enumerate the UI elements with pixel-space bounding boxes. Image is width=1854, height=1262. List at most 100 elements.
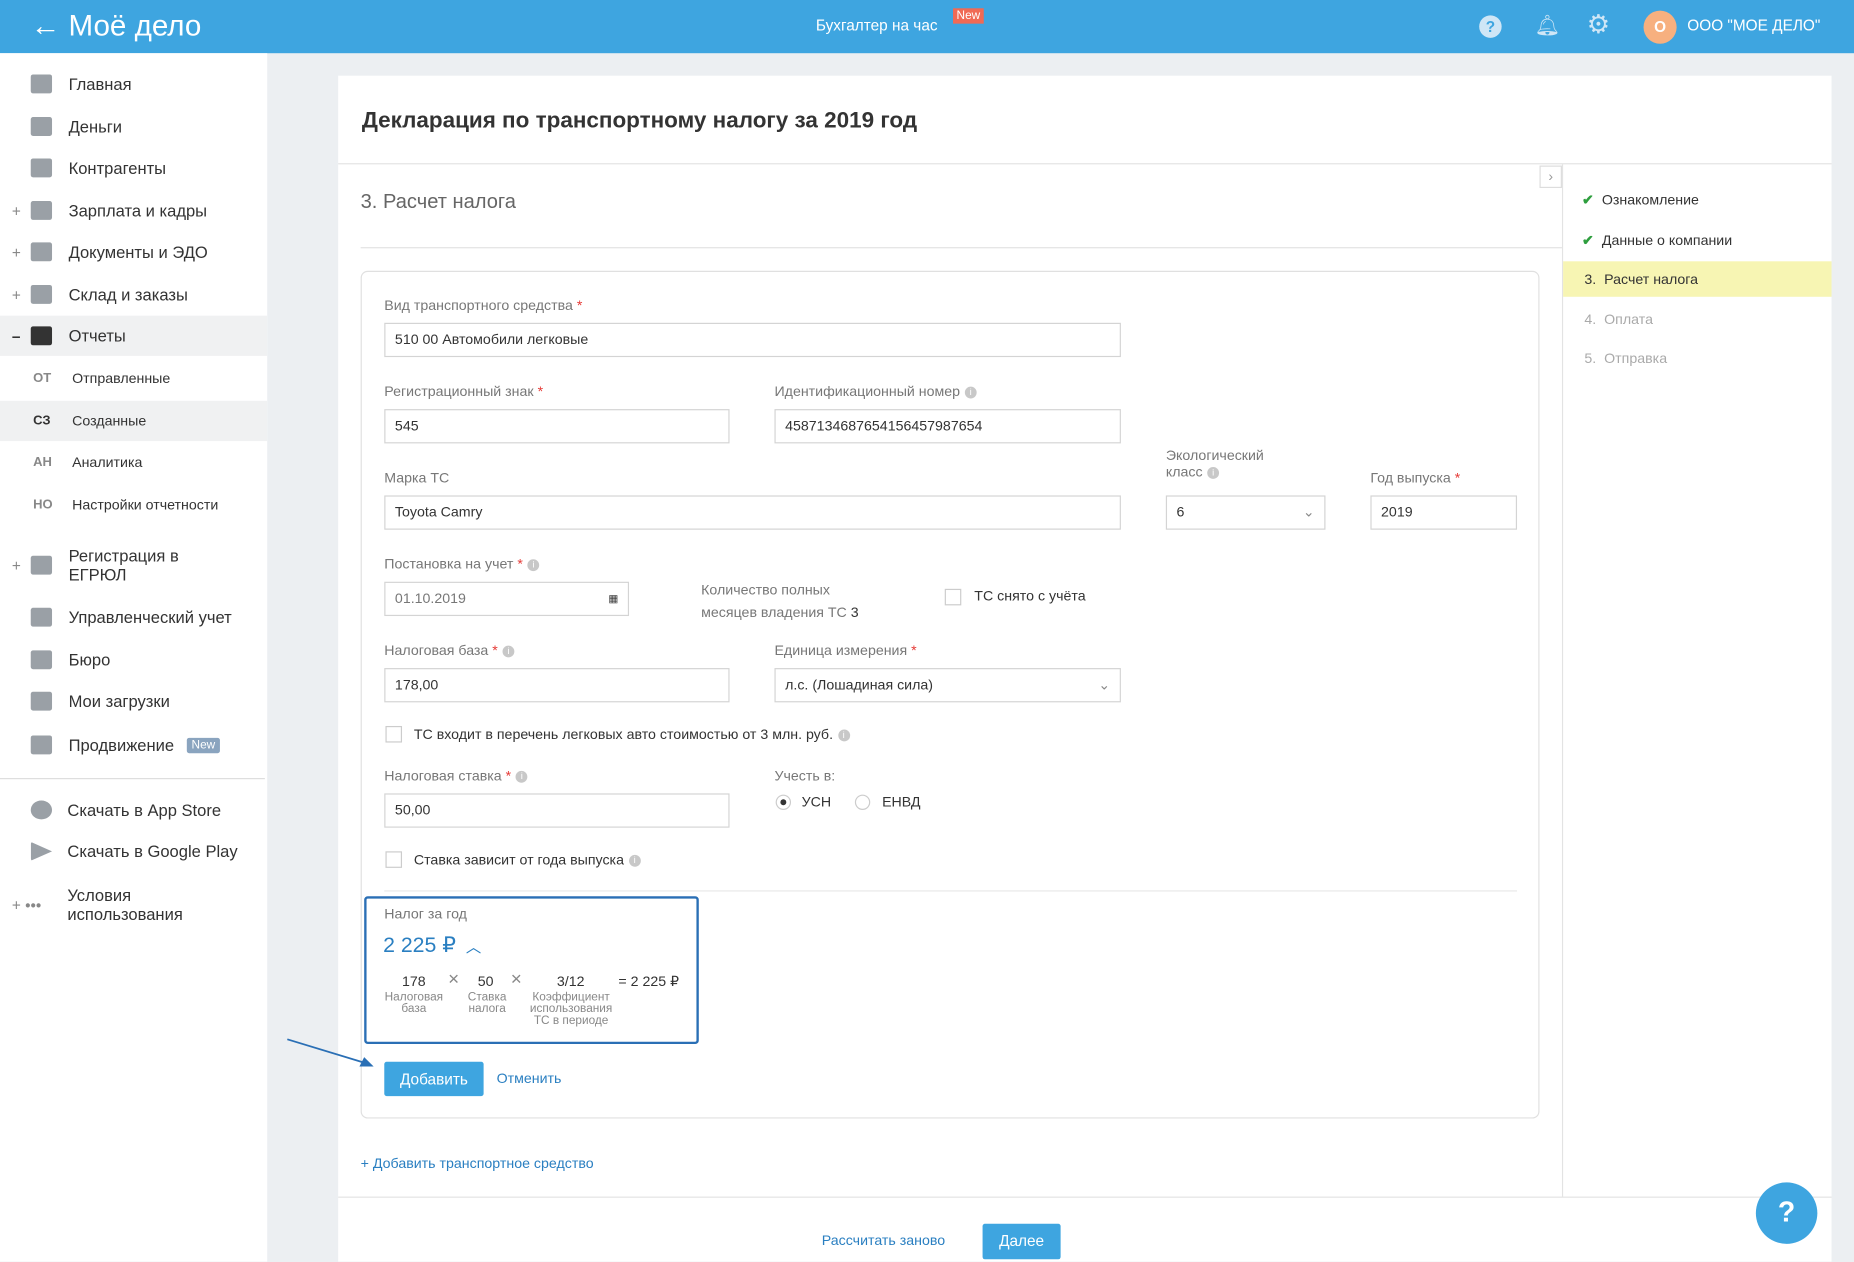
collapse-icon[interactable]: –: [12, 327, 21, 345]
text: ТС входит в перечень легковых авто стоим…: [413, 725, 834, 743]
base-label: Налоговая база * i: [384, 642, 515, 659]
sidebar-item-bureau[interactable]: Бюро: [0, 640, 267, 680]
step-intro[interactable]: ✔ Ознакомление: [1582, 192, 1699, 209]
sidebar-item-salary[interactable]: + Зарплата и кадры: [0, 190, 267, 230]
base-input[interactable]: 178,00: [384, 668, 730, 703]
luxury-checkbox[interactable]: [385, 725, 403, 743]
abbr: НО: [33, 497, 53, 512]
sidebar-item-documents[interactable]: + Документы и ЭДО: [0, 232, 267, 272]
radio-usn[interactable]: [775, 794, 792, 810]
gear-icon[interactable]: ⚙: [1587, 9, 1610, 40]
calendar-icon[interactable]: ▦: [608, 583, 618, 615]
money-icon: [30, 117, 53, 136]
help-icon[interactable]: ?: [1479, 15, 1502, 38]
sidebar-sub-analytics[interactable]: АН Аналитика: [0, 442, 267, 482]
sidebar-item-money[interactable]: Деньги: [0, 106, 267, 146]
sidebar-sub-created[interactable]: СЗ Созданные: [0, 400, 268, 442]
label: Зарплата и кадры: [68, 201, 208, 220]
sidebar-item-home[interactable]: Главная: [0, 64, 267, 104]
sidebar-item-egrul[interactable]: + Регистрация в ЕГРЮЛ: [0, 536, 267, 595]
info-icon[interactable]: i: [837, 729, 850, 742]
chevron-up-icon[interactable]: ︿: [466, 934, 481, 956]
year-input[interactable]: 2019: [1370, 495, 1518, 530]
app-store-link[interactable]: Скачать в App Store: [0, 790, 267, 830]
apple-icon: [30, 800, 53, 820]
expand-icon[interactable]: + •••: [12, 896, 41, 914]
help-chat-button[interactable]: ?: [1755, 1182, 1818, 1244]
page-title: Декларация по транспортному налогу за 20…: [361, 108, 918, 134]
label: Главная: [68, 74, 132, 94]
step-calc[interactable]: 3. Расчет налога: [1584, 271, 1698, 288]
doc-person-icon: [30, 555, 53, 575]
step-company[interactable]: ✔ Данные о компании: [1582, 232, 1732, 249]
info-icon[interactable]: i: [964, 386, 977, 399]
info-icon[interactable]: i: [527, 559, 540, 571]
sidebar-sub-settings[interactable]: НО Настройки отчетности: [0, 485, 267, 525]
expand-icon[interactable]: +: [12, 243, 21, 261]
sidebar: Главная Деньги Контрагенты + Зарплата и к…: [0, 53, 268, 1262]
collapse-steps-button[interactable]: ›: [1539, 165, 1562, 189]
multiply-icon: ×: [510, 969, 522, 990]
expand-icon[interactable]: +: [12, 202, 21, 220]
text: Экологический: [1165, 446, 1264, 464]
company-name[interactable]: ООО "МОЕ ДЕЛО": [1687, 17, 1820, 35]
sidebar-item-downloads[interactable]: Мои загрузки: [0, 681, 267, 721]
back-arrow-icon[interactable]: ←: [31, 9, 61, 42]
add-button[interactable]: Добавить: [384, 1061, 484, 1097]
cancel-link[interactable]: Отменить: [497, 1070, 562, 1087]
recalc-link[interactable]: Рассчитать заново: [822, 1232, 945, 1249]
info-icon[interactable]: i: [1207, 466, 1220, 479]
folder-icon: [30, 691, 53, 711]
vehicle-type-input[interactable]: 510 00 Автомобили легковые: [384, 322, 1121, 358]
logo[interactable]: ← Моё дело: [31, 9, 202, 43]
briefcase-icon: [30, 650, 53, 670]
step-payment[interactable]: 4. Оплата: [1584, 311, 1653, 328]
info-icon[interactable]: i: [515, 770, 528, 783]
label: Созданные: [72, 412, 147, 430]
terms-link[interactable]: + ••• Условия использования: [0, 875, 267, 934]
radio-envd[interactable]: [854, 794, 871, 810]
info-icon[interactable]: i: [628, 854, 641, 867]
new-badge: New: [953, 8, 984, 24]
value: 6: [1176, 503, 1185, 521]
calc-result: = 2 225 ₽: [618, 973, 680, 990]
expand-icon[interactable]: +: [12, 286, 21, 304]
eco-select[interactable]: 6 ⌄: [1165, 495, 1326, 530]
removed-checkbox[interactable]: [944, 588, 962, 606]
step-send[interactable]: 5. Отправка: [1584, 350, 1667, 367]
label: Бюро: [68, 650, 111, 670]
rate-year-checkbox[interactable]: [385, 851, 403, 868]
next-button[interactable]: Далее: [982, 1223, 1061, 1260]
label: Продвижение: [68, 735, 175, 755]
check-icon: ✔: [1582, 191, 1594, 209]
sidebar-sub-sent[interactable]: ОТ Отправленные: [0, 358, 267, 398]
reg-date-label: Постановка на учет * i: [384, 556, 540, 572]
new-badge: New: [186, 737, 220, 753]
sidebar-item-promotion[interactable]: Продвижение New: [0, 725, 267, 765]
vin-input[interactable]: 4587134687654156457987654: [774, 409, 1121, 444]
bell-icon[interactable]: 🔔︎: [1535, 14, 1561, 38]
google-play-link[interactable]: Скачать в Google Play: [0, 831, 267, 871]
unit-select[interactable]: л.с. (Лошадиная сила) ⌄: [774, 668, 1121, 703]
abbr: ОТ: [33, 371, 52, 386]
info-icon[interactable]: i: [502, 645, 515, 658]
sidebar-item-warehouse[interactable]: + Склад и заказы: [0, 274, 267, 314]
sidebar-item-management[interactable]: Управленческий учет: [0, 597, 267, 637]
text: Вид транспортного средства: [384, 296, 573, 314]
brand-input[interactable]: Toyota Camry: [384, 495, 1121, 530]
reg-date-input[interactable]: 01.10.2019 ▦: [384, 581, 630, 617]
add-vehicle-link[interactable]: + Добавить транспортное средство: [361, 1155, 594, 1172]
rate-input[interactable]: 50,00: [384, 793, 730, 828]
label: Управленческий учет: [68, 607, 232, 627]
reg-input[interactable]: 545: [384, 409, 730, 444]
avatar[interactable]: О: [1643, 10, 1677, 44]
calc-coef-caption: Коэффициент использования ТС в периоде: [524, 991, 619, 1027]
ruble-doc-icon: [30, 607, 53, 627]
label: Расчет налога: [1604, 270, 1699, 288]
check-icon: ✔: [1582, 231, 1594, 249]
expand-icon[interactable]: +: [12, 556, 21, 574]
eco-label: Экологический класс i: [1166, 447, 1264, 480]
sidebar-item-reports[interactable]: – Отчеты: [0, 315, 268, 356]
sidebar-item-contractors[interactable]: Контрагенты: [0, 148, 267, 188]
accountant-link[interactable]: Бухгалтер на час: [816, 17, 938, 35]
